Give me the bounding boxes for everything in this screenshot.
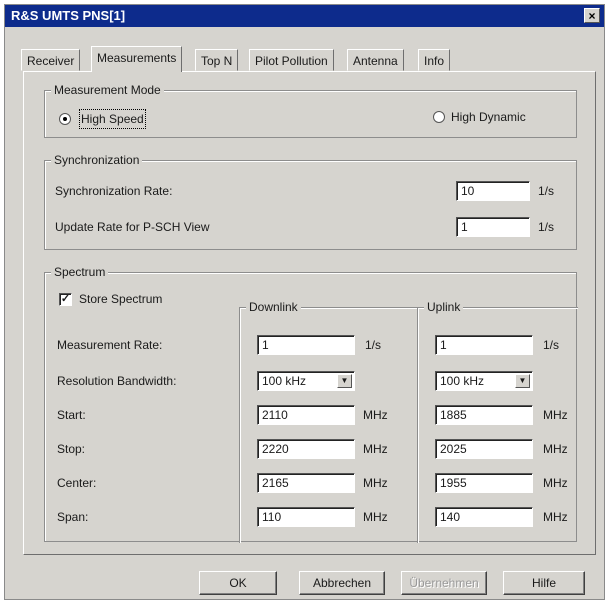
title-bar: R&S UMTS PNS[1] × xyxy=(5,5,604,27)
spectrum-group: Spectrum ✓ Store Spectrum Downlink Uplin… xyxy=(44,265,578,543)
high-dynamic-radio[interactable] xyxy=(433,111,445,123)
uplink-meas-rate-unit: 1/s xyxy=(543,338,560,352)
sync-rate-input[interactable]: 10 xyxy=(456,181,530,201)
tab-measurements[interactable]: Measurements xyxy=(91,46,183,72)
downlink-meas-rate-input[interactable]: 1 xyxy=(257,335,355,355)
downlink-stop-unit: MHz xyxy=(363,442,388,456)
window-title: R&S UMTS PNS[1] xyxy=(11,8,126,23)
downlink-stop-input[interactable]: 2220 xyxy=(257,439,355,459)
downlink-legend: Downlink xyxy=(246,300,301,314)
chevron-down-icon[interactable]: ▼ xyxy=(515,374,530,388)
update-rate-input[interactable]: 1 xyxy=(456,217,530,237)
uplink-rbw-select[interactable]: 100 kHz ▼ xyxy=(435,371,533,391)
synchronization-group: Synchronization Synchronization Rate: 10… xyxy=(44,153,577,250)
measurements-panel: Measurement Mode High Speed High Dynamic… xyxy=(23,71,596,555)
store-spectrum-label[interactable]: Store Spectrum xyxy=(79,291,162,307)
stop-label: Stop: xyxy=(57,442,86,456)
downlink-rbw-select[interactable]: 100 kHz ▼ xyxy=(257,371,355,391)
high-dynamic-label[interactable]: High Dynamic xyxy=(451,109,526,125)
cancel-button[interactable]: Abbrechen xyxy=(299,571,385,595)
downlink-span-unit: MHz xyxy=(363,510,388,524)
start-label: Start: xyxy=(57,408,86,422)
tab-antenna[interactable]: Antenna xyxy=(347,49,404,71)
help-button[interactable]: Hilfe xyxy=(503,571,585,595)
update-rate-label: Update Rate for P-SCH View xyxy=(55,220,210,234)
uplink-legend: Uplink xyxy=(424,300,464,314)
close-icon[interactable]: × xyxy=(584,8,600,23)
downlink-center-unit: MHz xyxy=(363,476,388,490)
synchronization-legend: Synchronization xyxy=(51,153,143,167)
uplink-stop-unit: MHz xyxy=(543,442,568,456)
high-speed-label[interactable]: High Speed xyxy=(79,109,146,129)
downlink-center-input[interactable]: 2165 xyxy=(257,473,355,493)
spectrum-legend: Spectrum xyxy=(51,265,109,279)
uplink-center-input[interactable]: 1955 xyxy=(435,473,533,493)
tab-top-n[interactable]: Top N xyxy=(195,49,239,71)
center-label: Center: xyxy=(57,476,97,490)
downlink-start-input[interactable]: 2110 xyxy=(257,405,355,425)
uplink-start-input[interactable]: 1885 xyxy=(435,405,533,425)
sync-rate-label: Synchronization Rate: xyxy=(55,184,173,198)
uplink-start-unit: MHz xyxy=(543,408,568,422)
uplink-stop-input[interactable]: 2025 xyxy=(435,439,533,459)
downlink-span-input[interactable]: 110 xyxy=(257,507,355,527)
tab-receiver[interactable]: Receiver xyxy=(21,49,81,71)
measurement-mode-group: Measurement Mode High Speed High Dynamic xyxy=(44,83,577,138)
uplink-meas-rate-input[interactable]: 1 xyxy=(435,335,533,355)
store-spectrum-checkbox[interactable]: ✓ xyxy=(59,293,72,306)
chevron-down-icon[interactable]: ▼ xyxy=(337,374,352,388)
high-speed-radio[interactable] xyxy=(59,113,71,125)
tab-pilot-pollution[interactable]: Pilot Pollution xyxy=(249,49,334,71)
tab-info[interactable]: Info xyxy=(418,49,451,71)
span-label: Span: xyxy=(57,510,89,524)
downlink-start-unit: MHz xyxy=(363,408,388,422)
downlink-meas-rate-unit: 1/s xyxy=(365,338,382,352)
dialog-window: R&S UMTS PNS[1] × Receiver Measurements … xyxy=(4,4,605,600)
measurement-mode-legend: Measurement Mode xyxy=(51,83,164,97)
ok-button[interactable]: OK xyxy=(199,571,277,595)
uplink-span-input[interactable]: 140 xyxy=(435,507,533,527)
sync-rate-unit: 1/s xyxy=(538,184,555,198)
update-rate-unit: 1/s xyxy=(538,220,555,234)
downlink-rbw-value: 100 kHz xyxy=(262,374,307,388)
uplink-center-unit: MHz xyxy=(543,476,568,490)
uplink-span-unit: MHz xyxy=(543,510,568,524)
meas-rate-label: Measurement Rate: xyxy=(57,338,163,352)
uplink-rbw-value: 100 kHz xyxy=(440,374,485,388)
rbw-label: Resolution Bandwidth: xyxy=(57,374,177,388)
apply-button[interactable]: Übernehmen xyxy=(401,571,487,595)
